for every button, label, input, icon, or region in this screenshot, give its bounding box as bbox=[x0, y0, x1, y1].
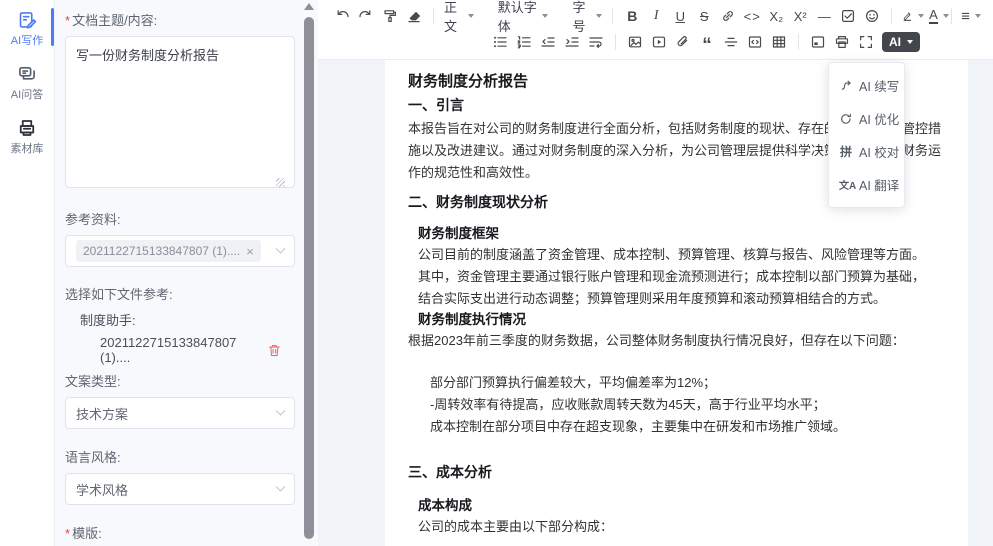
indent-icon[interactable] bbox=[560, 30, 584, 54]
caret-down-icon bbox=[542, 14, 548, 18]
font-color-icon[interactable]: A bbox=[927, 4, 951, 28]
menu-item-ai-translate[interactable]: 文A AI 翻译 bbox=[829, 168, 904, 201]
reference-select[interactable]: 2021122715133847807 (1).... × bbox=[65, 235, 295, 267]
reference-file-row: 2021122715133847807 (1).... bbox=[100, 335, 288, 365]
doc-edit-icon bbox=[17, 10, 37, 30]
nav-item-ai-qa[interactable]: AI问答 bbox=[0, 64, 54, 102]
inline-code-icon[interactable]: <> bbox=[740, 4, 764, 28]
topic-textarea[interactable]: 写一份财务制度分析报告 bbox=[65, 36, 295, 188]
underline-icon[interactable]: U bbox=[668, 4, 692, 28]
ai-menu-button[interactable]: AI bbox=[882, 32, 920, 52]
doc-type-select[interactable]: 技术方案 bbox=[65, 397, 295, 429]
reference-tag: 2021122715133847807 (1).... × bbox=[76, 240, 261, 262]
optimize-icon bbox=[839, 112, 853, 126]
panel-scrollbar[interactable] bbox=[302, 0, 315, 546]
chevron-down-icon bbox=[276, 481, 286, 491]
subscript-icon[interactable]: X₂ bbox=[764, 4, 788, 28]
trash-icon[interactable] bbox=[267, 343, 282, 358]
nav-item-ai-writing[interactable]: AI写作 bbox=[0, 10, 54, 48]
font-size-select[interactable]: 字号 bbox=[569, 4, 605, 28]
doc-paragraph: 公司的成本主要由以下部分构成： bbox=[418, 516, 951, 538]
emoji-icon[interactable] bbox=[860, 4, 884, 28]
highlight-color-icon[interactable] bbox=[899, 4, 927, 28]
required-mark: * bbox=[65, 13, 70, 28]
tag-close-icon[interactable]: × bbox=[246, 245, 254, 258]
chevron-down-icon bbox=[276, 243, 286, 253]
caret-down-icon bbox=[468, 14, 474, 18]
doc-paragraph: 公司目前的制度涵盖了资金管理、成本控制、预算管理、核算与报告、风险管理等方面。 … bbox=[418, 244, 951, 310]
ordered-list-icon[interactable] bbox=[512, 30, 536, 54]
format-painter-icon[interactable] bbox=[378, 4, 402, 28]
strikethrough-icon[interactable]: S bbox=[692, 4, 716, 28]
eraser-icon[interactable] bbox=[402, 4, 426, 28]
task-list-icon[interactable] bbox=[836, 4, 860, 28]
reference-file-name: 2021122715133847807 (1).... bbox=[100, 335, 267, 365]
style-select[interactable]: 学术风格 bbox=[65, 473, 295, 505]
bold-icon[interactable]: B bbox=[620, 4, 644, 28]
table-icon[interactable] bbox=[767, 30, 791, 54]
editor-toolbar: 正文 默认字体 字号 B I U S <> X₂ X² — A bbox=[318, 0, 993, 60]
text-wrap-icon[interactable] bbox=[584, 30, 608, 54]
font-family-select[interactable]: 默认字体 bbox=[495, 4, 552, 28]
redo-icon[interactable] bbox=[354, 4, 378, 28]
reference-label: 参考资料: bbox=[65, 209, 288, 228]
blockquote-icon[interactable]: “ bbox=[695, 30, 719, 54]
doc-heading: 三、成本分析 bbox=[408, 462, 951, 482]
editor-area: 正文 默认字体 字号 B I U S <> X₂ X² — A bbox=[318, 0, 993, 546]
style-label: 语言风格: bbox=[65, 447, 288, 466]
insert-panel-icon[interactable] bbox=[806, 30, 830, 54]
menu-item-ai-optimize[interactable]: AI 优化 bbox=[829, 102, 904, 135]
app: AI写作 AI问答 素材库 *文档主题/内容: 写一份财务制度分析报告 bbox=[0, 0, 993, 546]
chevron-down-icon bbox=[276, 405, 286, 415]
assistant-label: 制度助手: bbox=[80, 310, 288, 329]
caret-down-icon bbox=[918, 14, 924, 18]
scroll-up-arrow-icon[interactable] bbox=[304, 3, 314, 10]
doc-type-label: 文案类型: bbox=[65, 371, 288, 390]
caret-down-icon bbox=[975, 14, 981, 18]
align-icon[interactable]: ≡ bbox=[959, 4, 983, 28]
undo-icon[interactable] bbox=[330, 4, 354, 28]
italic-icon[interactable]: I bbox=[644, 4, 668, 28]
continue-writing-icon bbox=[839, 79, 853, 93]
video-icon[interactable] bbox=[647, 30, 671, 54]
doc-list: 部分部门预算执行偏差较大，平均偏差率为12%； -周转效率有待提高，应收账款周转… bbox=[430, 372, 951, 438]
bullet-list-icon[interactable] bbox=[488, 30, 512, 54]
translate-icon: 文A bbox=[839, 177, 853, 192]
nav-item-label: AI问答 bbox=[11, 89, 43, 101]
superscript-icon[interactable]: X² bbox=[788, 4, 812, 28]
fullscreen-icon[interactable] bbox=[854, 30, 878, 54]
left-nav: AI写作 AI问答 素材库 bbox=[0, 0, 55, 546]
paragraph-style-select[interactable]: 正文 bbox=[441, 4, 477, 28]
outdent-icon[interactable] bbox=[536, 30, 560, 54]
template-label: *模版: bbox=[65, 523, 288, 542]
caret-down-icon bbox=[943, 14, 949, 18]
nav-item-label: AI写作 bbox=[11, 35, 43, 47]
ai-writing-form: *文档主题/内容: 写一份财务制度分析报告 参考资料: 202112271513… bbox=[55, 0, 318, 546]
doc-subheading: 成本构成 bbox=[418, 496, 951, 516]
doc-paragraph: 根据2023年前三季度的财务数据，公司整体财务制度执行情况良好，但存在以下问题： bbox=[408, 330, 951, 352]
topic-label: *文档主题/内容: bbox=[65, 10, 288, 29]
code-block-icon[interactable] bbox=[743, 30, 767, 54]
print-icon[interactable] bbox=[830, 30, 854, 54]
menu-item-ai-proofread[interactable]: 拼 AI 校对 bbox=[829, 135, 904, 168]
proofread-icon: 拼 bbox=[839, 143, 853, 160]
chat-icon bbox=[17, 64, 37, 84]
file-ref-label: 选择如下文件参考: bbox=[65, 284, 288, 303]
attachment-icon[interactable] bbox=[671, 30, 695, 54]
horizontal-rule-icon[interactable]: — bbox=[812, 4, 836, 28]
doc-subheading: 财务制度框架 bbox=[418, 224, 951, 244]
divider-icon[interactable] bbox=[719, 30, 743, 54]
link-icon[interactable] bbox=[716, 4, 740, 28]
ai-dropdown-menu: AI 续写 AI 优化 拼 AI 校对 文A AI 翻译 bbox=[828, 62, 905, 208]
image-icon[interactable] bbox=[623, 30, 647, 54]
library-icon bbox=[17, 118, 37, 138]
scrollbar-thumb[interactable] bbox=[304, 17, 314, 539]
doc-subheading: 财务制度执行情况 bbox=[418, 310, 951, 330]
menu-item-ai-continue[interactable]: AI 续写 bbox=[829, 69, 904, 102]
caret-down-icon bbox=[596, 14, 602, 18]
caret-down-icon bbox=[907, 40, 913, 44]
nav-item-label: 素材库 bbox=[11, 143, 44, 155]
nav-item-material-library[interactable]: 素材库 bbox=[0, 118, 54, 156]
